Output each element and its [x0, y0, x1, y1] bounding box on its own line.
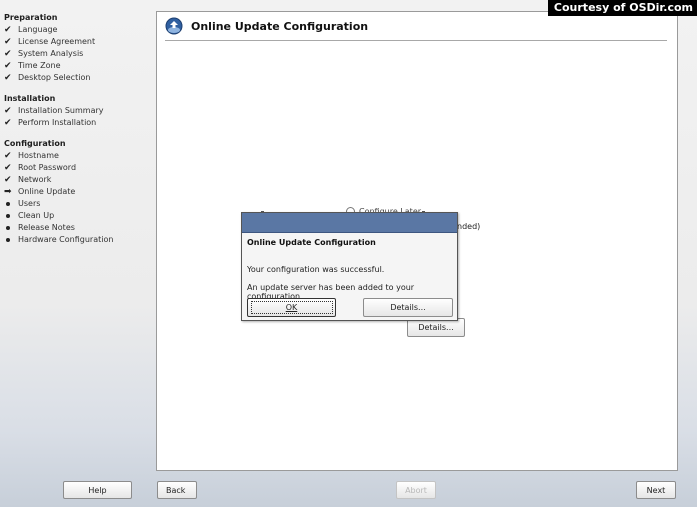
- sidebar-item-label: Hostname: [18, 151, 59, 160]
- header-divider: [165, 40, 667, 41]
- checkmark-icon: ✔: [4, 49, 12, 59]
- sidebar-item-release-notes: Release Notes: [4, 222, 150, 234]
- ok-button[interactable]: OK: [247, 298, 336, 317]
- sidebar-section-preparation: Preparation ✔ Language ✔ License Agreement…: [4, 12, 150, 84]
- back-button[interactable]: Back: [157, 481, 197, 499]
- sidebar-item-network: ✔ Network: [4, 174, 150, 186]
- sidebar-item-label: Online Update: [18, 187, 76, 196]
- sidebar-item-label: License Agreement: [18, 37, 96, 46]
- checkmark-icon: ✔: [4, 73, 12, 83]
- help-button[interactable]: Help: [63, 481, 132, 499]
- checkmark-icon: ✔: [4, 151, 12, 161]
- sidebar-item-label: Time Zone: [18, 61, 61, 70]
- page-title: Online Update Configuration: [191, 19, 369, 33]
- checkmark-icon: ✔: [4, 37, 12, 47]
- sidebar-item-label: Clean Up: [18, 211, 55, 220]
- dialog-message: Your configuration was successful.: [247, 265, 385, 274]
- sidebar-item-label: Desktop Selection: [18, 73, 91, 82]
- arrow-right-icon: ➡: [4, 187, 12, 197]
- sidebar-item-hostname: ✔ Hostname: [4, 150, 150, 162]
- next-button[interactable]: Next: [636, 481, 676, 499]
- checkmark-icon: ✔: [4, 163, 12, 173]
- sidebar-item-label: Installation Summary: [18, 106, 104, 115]
- sidebar-item-label: System Analysis: [18, 49, 84, 58]
- footer-bar: Help Back Abort Next: [0, 481, 697, 500]
- sidebar-item-label: Perform Installation: [18, 118, 97, 127]
- sidebar-item-time-zone: ✔ Time Zone: [4, 60, 150, 72]
- sidebar-item-label: Hardware Configuration: [18, 235, 114, 244]
- dialog-titlebar[interactable]: [242, 213, 457, 233]
- sidebar-item-perform-installation: ✔ Perform Installation: [4, 117, 150, 129]
- sidebar-item-label: Users: [18, 199, 41, 208]
- bullet-icon: [4, 238, 18, 242]
- checkmark-icon: ✔: [4, 106, 12, 116]
- sidebar-item-language: ✔ Language: [4, 24, 150, 36]
- abort-button[interactable]: Abort: [396, 481, 436, 499]
- sidebar-section-title: Configuration: [4, 139, 66, 148]
- focus-ring: OK: [250, 301, 333, 314]
- recommended-label: nded): [457, 222, 481, 231]
- checkmark-icon: ✔: [4, 25, 12, 35]
- sidebar-item-root-password: ✔ Root Password: [4, 162, 150, 174]
- page-header: Online Update Configuration: [165, 17, 368, 35]
- sidebar-item-label: Release Notes: [18, 223, 75, 232]
- sidebar-item-hardware-configuration: Hardware Configuration: [4, 234, 150, 246]
- dialog-heading: Online Update Configuration: [247, 238, 376, 247]
- checkmark-icon: ✔: [4, 175, 12, 185]
- sidebar-item-desktop-selection: ✔ Desktop Selection: [4, 72, 150, 84]
- sidebar-item-label: Network: [18, 175, 52, 184]
- dialog-details-button[interactable]: Details...: [363, 298, 453, 317]
- watermark: Courtesy of OSDir.com: [547, 0, 697, 16]
- bullet-icon: [4, 226, 18, 230]
- sidebar-item-users: Users: [4, 198, 150, 210]
- bullet-icon: [4, 214, 18, 218]
- success-dialog: Online Update Configuration Your configu…: [241, 212, 458, 321]
- sidebar-item-clean-up: Clean Up: [4, 210, 150, 222]
- bullet-icon: [4, 202, 18, 206]
- sidebar-item-license-agreement: ✔ License Agreement: [4, 36, 150, 48]
- sidebar-item-online-update: ➡ Online Update: [4, 186, 150, 198]
- online-update-icon: [165, 17, 183, 35]
- sidebar-section-installation: Installation ✔ Installation Summary ✔ Perf…: [4, 93, 150, 129]
- sidebar-section-configuration: Configuration ✔ Hostname ✔ Root Password ✔…: [4, 138, 150, 246]
- sidebar-section-title: Installation: [4, 94, 56, 103]
- sidebar-section-title: Preparation: [4, 13, 58, 22]
- checkmark-icon: ✔: [4, 61, 12, 71]
- sidebar-item-label: Language: [18, 25, 58, 34]
- sidebar: Preparation ✔ Language ✔ License Agreement…: [0, 0, 150, 470]
- sidebar-item-installation-summary: ✔ Installation Summary: [4, 105, 150, 117]
- checkmark-icon: ✔: [4, 118, 12, 128]
- sidebar-item-label: Root Password: [18, 163, 77, 172]
- sidebar-item-system-analysis: ✔ System Analysis: [4, 48, 150, 60]
